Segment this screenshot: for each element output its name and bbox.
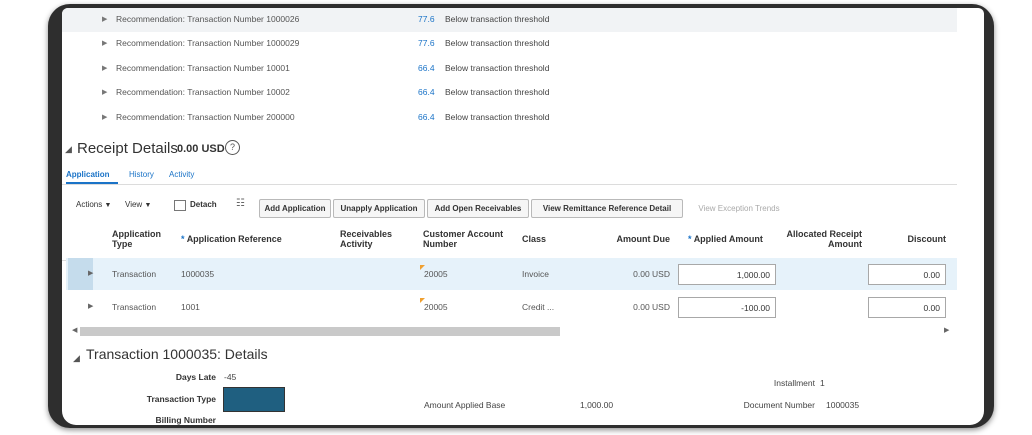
expand-triangle-icon[interactable]: ▶ xyxy=(102,88,107,96)
view-menu[interactable]: View ▼ xyxy=(125,200,151,209)
days-late-label: Days Late xyxy=(175,372,216,382)
view-remittance-reference-detail-button[interactable]: View Remittance Reference Detail xyxy=(531,199,683,218)
expand-triangle-icon[interactable]: ▶ xyxy=(88,302,93,310)
recommendation-reason: Below transaction threshold xyxy=(445,14,550,24)
column-customer-account-number[interactable]: Customer Account Number xyxy=(423,229,523,249)
transaction-type-label: Transaction Type xyxy=(146,394,216,404)
view-label: View xyxy=(125,200,143,209)
billing-number-label: Billing Number xyxy=(155,415,216,425)
cell-customer-account[interactable]: 20005 xyxy=(424,269,448,279)
column-application-type[interactable]: Application Type xyxy=(112,229,172,249)
recommendation-row[interactable]: ▶ Recommendation: Transaction Number 100… xyxy=(62,8,957,32)
cell-amount-due: 0.00 USD xyxy=(633,269,670,279)
required-marker: * xyxy=(688,234,692,244)
expand-triangle-icon[interactable]: ▶ xyxy=(102,64,107,72)
scroll-left-icon[interactable]: ◀ xyxy=(72,326,77,334)
recommendation-label: Recommendation: Transaction Number 10000… xyxy=(116,14,300,24)
cell-amount-due: 0.00 USD xyxy=(633,302,670,312)
recommendation-score[interactable]: 66.4 xyxy=(418,112,435,122)
freeze-columns-icon[interactable]: ☷ xyxy=(236,198,245,209)
tab-history[interactable]: History xyxy=(129,170,154,179)
column-class[interactable]: Class xyxy=(522,234,546,244)
recommendation-score[interactable]: 66.4 xyxy=(418,87,435,97)
recommendation-reason: Below transaction threshold xyxy=(445,112,550,122)
receipt-details-amount: 0.00 USD xyxy=(177,143,225,155)
column-receivables-activity[interactable]: Receivables Activity xyxy=(340,229,404,249)
cell-class: Credit ... xyxy=(522,302,555,312)
app-screen: ▶ Recommendation: Transaction Number 100… xyxy=(62,8,984,425)
recommendation-label: Recommendation: Transaction Number 10001 xyxy=(116,63,290,73)
recommendation-label: Recommendation: Transaction Number 10000… xyxy=(116,38,300,48)
recommendation-row[interactable]: ▶ Recommendation: Transaction Number 100… xyxy=(62,81,957,105)
discount-input[interactable]: 0.00 xyxy=(868,264,946,285)
add-application-button[interactable]: Add Application xyxy=(259,199,331,218)
question-circle-icon[interactable]: ? xyxy=(225,140,240,155)
horizontal-scrollbar-thumb[interactable] xyxy=(80,327,560,336)
installment-label: Installment xyxy=(773,378,815,388)
cell-application-reference[interactable]: 1001 xyxy=(181,302,200,312)
document-number-value: 1000035 xyxy=(826,400,860,410)
discount-input[interactable]: 0.00 xyxy=(868,297,946,318)
tab-activity[interactable]: Activity xyxy=(169,170,194,179)
caret-down-icon: ▼ xyxy=(144,202,152,209)
recommendation-label: Recommendation: Transaction Number 20000… xyxy=(116,112,295,122)
recommendation-row[interactable]: ▶ Recommendation: Transaction Number 100… xyxy=(62,32,957,56)
column-amount-due[interactable]: Amount Due xyxy=(602,234,671,244)
caret-down-icon: ▼ xyxy=(104,202,112,209)
amount-applied-base-label: Amount Applied Base xyxy=(424,400,506,410)
recommendation-label: Recommendation: Transaction Number 10002 xyxy=(116,87,290,97)
view-exception-trends-button[interactable]: View Exception Trends xyxy=(686,199,792,218)
recommendation-score[interactable]: 77.6 xyxy=(418,38,435,48)
table-row[interactable]: ▶ Transaction 1001 20005 Credit ... 0.00… xyxy=(66,291,957,323)
recommendation-row[interactable]: ▶ Recommendation: Transaction Number 100… xyxy=(62,57,957,81)
recommendation-reason: Below transaction threshold xyxy=(445,38,550,48)
receipt-details-title: Receipt Details xyxy=(77,140,178,157)
cell-application-reference[interactable]: 1000035 xyxy=(181,269,214,279)
table-row[interactable]: ▶ Transaction 1000035 20005 Invoice 0.00… xyxy=(66,258,957,290)
collapse-triangle-icon[interactable]: ◢ xyxy=(65,144,72,155)
column-applied-amount-label: Applied Amount xyxy=(693,234,763,244)
transaction-details-title: Transaction 1000035: Details xyxy=(86,346,268,362)
detach-button[interactable]: Detach xyxy=(190,200,217,209)
tab-divider xyxy=(62,184,957,185)
add-open-receivables-button[interactable]: Add Open Receivables xyxy=(427,199,529,218)
expand-triangle-icon[interactable]: ▶ xyxy=(102,113,107,121)
actions-label: Actions xyxy=(76,200,103,209)
recommendation-row[interactable]: ▶ Recommendation: Transaction Number 200… xyxy=(62,106,957,130)
recommendation-reason: Below transaction threshold xyxy=(445,87,550,97)
expand-triangle-icon[interactable]: ▶ xyxy=(88,269,93,277)
column-application-reference[interactable]: * Application Reference xyxy=(181,234,282,244)
detach-icon[interactable] xyxy=(174,200,186,211)
required-marker: * xyxy=(181,234,185,244)
expand-triangle-icon[interactable]: ▶ xyxy=(102,39,107,47)
column-applied-amount[interactable]: * Applied Amount xyxy=(688,234,763,244)
recommendation-reason: Below transaction threshold xyxy=(445,63,550,73)
column-application-reference-label: Application Reference xyxy=(186,234,282,244)
applied-amount-input[interactable]: -100.00 xyxy=(678,297,776,318)
expand-triangle-icon[interactable]: ▶ xyxy=(102,15,107,23)
cell-application-type: Transaction xyxy=(112,302,157,312)
collapse-triangle-icon[interactable]: ◢ xyxy=(73,353,80,364)
scroll-right-icon[interactable]: ▶ xyxy=(944,326,949,334)
document-number-label: Document Number xyxy=(743,400,815,410)
applied-amount-input[interactable]: 1,000.00 xyxy=(678,264,776,285)
cell-class: Invoice xyxy=(522,269,549,279)
recommendation-score[interactable]: 77.6 xyxy=(418,14,435,24)
unapply-application-button[interactable]: Unapply Application xyxy=(333,199,425,218)
column-allocated-receipt-amount[interactable]: Allocated Receipt Amount xyxy=(782,229,862,249)
column-discount[interactable]: Discount xyxy=(892,234,946,244)
installment-value: 1 xyxy=(820,378,825,388)
transaction-type-field[interactable] xyxy=(223,387,285,412)
actions-menu[interactable]: Actions ▼ xyxy=(76,200,111,209)
tab-application[interactable]: Application xyxy=(66,170,110,179)
cell-application-type: Transaction xyxy=(112,269,157,279)
cell-customer-account[interactable]: 20005 xyxy=(424,302,448,312)
recommendation-score[interactable]: 66.4 xyxy=(418,63,435,73)
days-late-value: -45 xyxy=(224,372,237,382)
amount-applied-base-value: 1,000.00 xyxy=(580,400,614,410)
